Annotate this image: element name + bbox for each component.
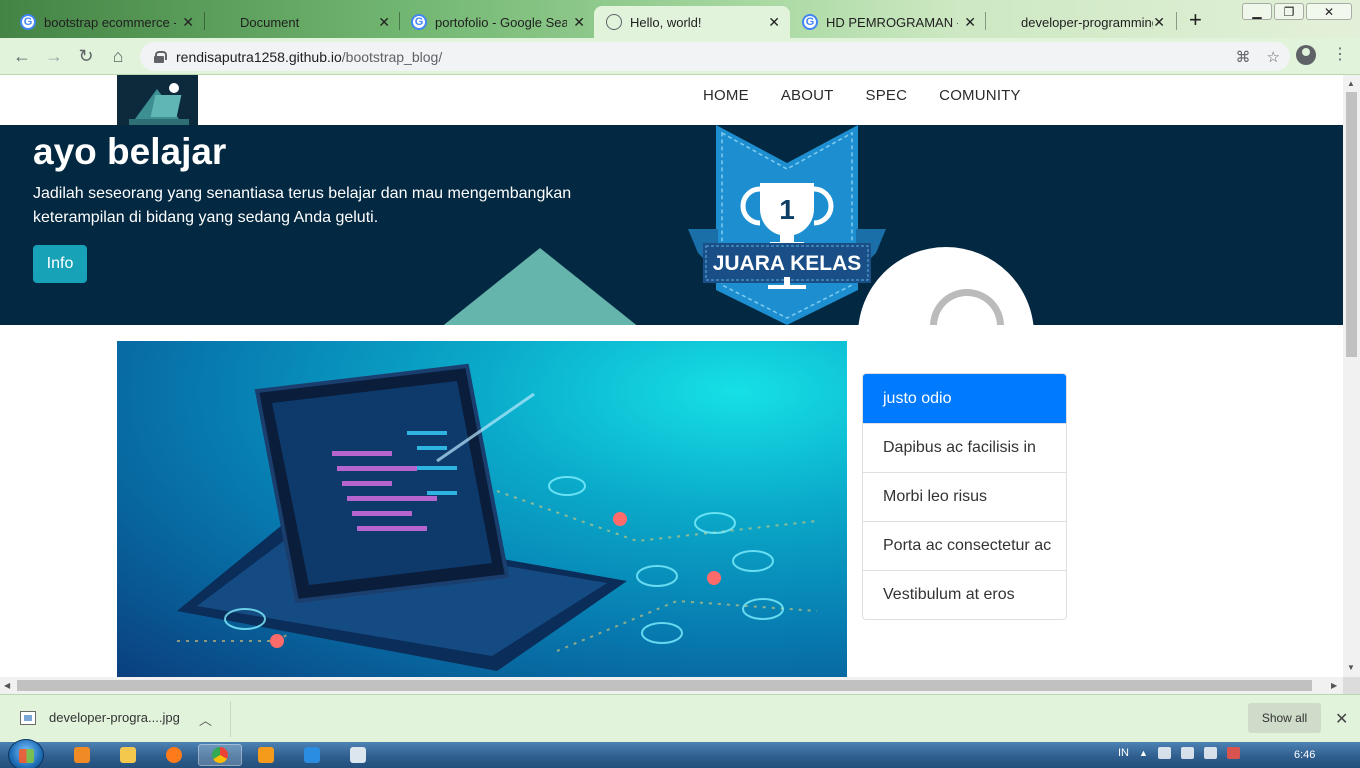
scroll-up-arrow-icon[interactable]: ▲ xyxy=(1347,79,1355,88)
list-item-justo-odio[interactable]: justo odio xyxy=(863,374,1066,423)
horizontal-scrollbar[interactable]: ◀ ▶ xyxy=(0,677,1343,694)
new-tab-button[interactable]: + xyxy=(1189,9,1202,31)
forward-arrow-icon[interactable]: → xyxy=(44,46,64,66)
google-icon: G xyxy=(411,14,427,30)
translate-icon[interactable]: ⌘ xyxy=(1236,48,1251,66)
maximize-button[interactable]: ❐ xyxy=(1274,3,1304,20)
list-item-morbi[interactable]: Morbi leo risus xyxy=(863,472,1066,521)
close-window-button[interactable]: ✕ xyxy=(1306,3,1352,20)
profile-avatar-icon[interactable] xyxy=(1296,45,1316,65)
taskbar-media-player[interactable] xyxy=(60,744,104,766)
globe-icon xyxy=(606,14,622,30)
url-host: rendisaputra1258.github.io xyxy=(176,48,342,65)
taskbar-vscode[interactable] xyxy=(290,744,334,766)
signal-icon[interactable] xyxy=(1180,747,1194,759)
list-group: justo odio Dapibus ac facilisis in Morbi… xyxy=(862,373,1067,620)
browser-toolbar: ← → ↻ ⌂ rendisaputra1258.github.io /boot… xyxy=(0,38,1360,75)
scroll-down-arrow-icon[interactable]: ▼ xyxy=(1347,663,1355,672)
download-item[interactable]: developer-progra....jpg xyxy=(20,710,180,725)
network-icon[interactable] xyxy=(1157,747,1171,759)
badge-text: JUARA KELAS xyxy=(713,252,862,275)
nav-link-about[interactable]: ABOUT xyxy=(781,87,834,104)
blank-page-icon xyxy=(997,14,1013,30)
close-tab-icon[interactable]: ✕ xyxy=(182,14,194,31)
tab-bootstrap-ecommerce[interactable]: G bootstrap ecommerce - Google Search ✕ xyxy=(8,6,204,38)
hero-title: ayo belajar xyxy=(33,131,227,172)
vertical-scrollbar[interactable]: ▲ ▼ xyxy=(1343,75,1360,677)
info-button[interactable]: Info xyxy=(33,245,87,283)
volume-icon[interactable] xyxy=(1203,747,1217,759)
download-bar: developer-progra....jpg ︿ Show all ✕ xyxy=(0,694,1360,742)
close-tab-icon[interactable]: ✕ xyxy=(573,14,585,31)
home-icon[interactable]: ⌂ xyxy=(108,46,128,66)
blank-page-icon xyxy=(216,14,232,30)
chrome-menu-icon[interactable]: ⋮ xyxy=(1332,45,1348,65)
nav-link-home[interactable]: HOME xyxy=(703,87,749,104)
address-bar[interactable]: rendisaputra1258.github.io /bootstrap_bl… xyxy=(140,42,1290,71)
start-button[interactable] xyxy=(8,739,44,768)
google-icon: G xyxy=(802,14,818,30)
image-file-icon xyxy=(20,710,36,725)
download-file-name: developer-progra....jpg xyxy=(49,710,180,725)
close-tab-icon[interactable]: ✕ xyxy=(964,14,976,31)
taskbar-window[interactable] xyxy=(336,744,380,766)
taskbar-firefox[interactable] xyxy=(152,744,196,766)
windows-taskbar: IN ▲ 6:46 xyxy=(0,739,1360,768)
taskbar-sublime[interactable] xyxy=(244,744,288,766)
tray-expand-icon[interactable]: ▲ xyxy=(1139,748,1148,758)
scrollbar-corner xyxy=(1343,677,1360,694)
horizontal-scroll-thumb[interactable] xyxy=(17,680,1312,691)
juara-kelas-badge: 1 JUARA KELAS xyxy=(688,125,886,325)
chevron-up-icon[interactable]: ︿ xyxy=(199,710,212,729)
scroll-left-arrow-icon[interactable]: ◀ xyxy=(4,681,10,690)
taskbar-chrome[interactable] xyxy=(198,744,242,766)
tab-document[interactable]: Document ✕ xyxy=(204,6,400,38)
scroll-right-arrow-icon[interactable]: ▶ xyxy=(1331,681,1337,690)
close-tab-icon[interactable]: ✕ xyxy=(768,14,780,31)
taskbar-clock[interactable]: 6:46 xyxy=(1294,749,1315,761)
page-viewport: HOME ABOUT SPEC COMUNITY 1 JUARA KELAS a… xyxy=(0,75,1343,677)
back-arrow-icon[interactable]: ← xyxy=(12,46,32,66)
tab-hd-pemrograman[interactable]: G HD PEMROGRAMAN - Google Search ✕ xyxy=(790,6,986,38)
minimize-button[interactable]: ▁ xyxy=(1242,3,1272,20)
list-item-dapibus[interactable]: Dapibus ac facilisis in xyxy=(863,423,1066,472)
list-item-vestibulum[interactable]: Vestibulum at eros xyxy=(863,570,1066,619)
browser-tab-strip: G bootstrap ecommerce - Google Search ✕ … xyxy=(0,0,1360,38)
site-logo[interactable] xyxy=(117,75,198,125)
decorative-triangle xyxy=(440,248,640,325)
badge-number: 1 xyxy=(779,194,795,225)
hero-description: Jadilah seseorang yang senantiasa terus … xyxy=(33,185,572,226)
tab-developer-programming[interactable]: developer-programming ✕ xyxy=(985,6,1175,38)
notification-icon[interactable] xyxy=(1226,747,1240,759)
show-all-button[interactable]: Show all xyxy=(1248,703,1321,733)
lock-icon[interactable] xyxy=(154,50,167,63)
close-tab-icon[interactable]: ✕ xyxy=(1153,14,1165,31)
system-tray: IN ▲ xyxy=(1118,747,1240,759)
vertical-scroll-thumb[interactable] xyxy=(1346,92,1357,357)
nav-link-spec[interactable]: SPEC xyxy=(866,87,908,104)
close-download-bar-icon[interactable]: ✕ xyxy=(1335,709,1348,729)
tab-hello-world[interactable]: Hello, world! ✕ xyxy=(594,6,790,38)
list-item-porta[interactable]: Porta ac consectetur ac xyxy=(863,521,1066,570)
google-icon: G xyxy=(20,14,36,30)
laptop-illustration-image xyxy=(117,341,847,677)
url-path: /bootstrap_blog/ xyxy=(341,48,443,65)
close-tab-icon[interactable]: ✕ xyxy=(378,14,390,31)
language-indicator[interactable]: IN xyxy=(1118,747,1129,759)
site-navbar: HOME ABOUT SPEC COMUNITY xyxy=(0,75,1343,125)
window-controls: ▁ ❐ ✕ xyxy=(1242,3,1352,20)
hero-jumbotron: 1 JUARA KELAS ayo belajar Jadilah seseor… xyxy=(0,125,1343,325)
taskbar-file-explorer[interactable] xyxy=(106,744,150,766)
nav-link-comunity[interactable]: COMUNITY xyxy=(939,87,1021,104)
reload-icon[interactable]: ↻ xyxy=(76,46,96,66)
bookmark-star-icon[interactable]: ☆ xyxy=(1267,48,1280,66)
tab-portofolio[interactable]: G portofolio - Google Search ✕ xyxy=(399,6,595,38)
